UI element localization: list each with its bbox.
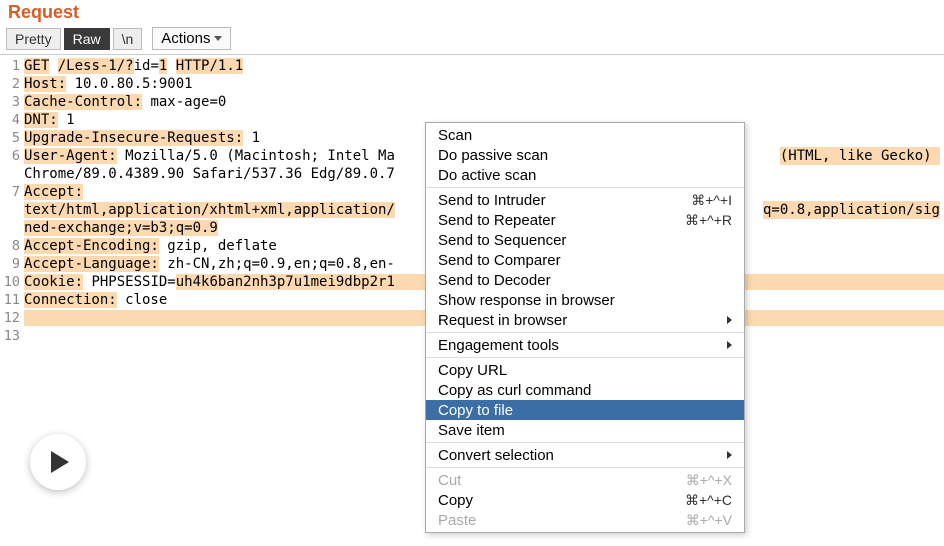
- menu-item[interactable]: Send to Sequencer: [426, 230, 744, 250]
- menu-item[interactable]: Do active scan: [426, 165, 744, 185]
- editor-line: 3Cache-Control: max-age=0: [0, 93, 944, 111]
- menu-item-label: Send to Repeater: [438, 212, 556, 229]
- line-content: Host: 10.0.80.5:9001: [24, 75, 944, 93]
- menu-item: Paste ⌘+^+V: [426, 510, 744, 530]
- play-icon: [51, 451, 69, 473]
- tab-pretty[interactable]: Pretty: [6, 28, 61, 50]
- menu-shortcut: ⌘+^+R: [685, 212, 732, 229]
- submenu-arrow-icon: [727, 341, 732, 349]
- menu-separator: [426, 187, 744, 188]
- menu-item[interactable]: Send to Comparer: [426, 250, 744, 270]
- menu-shortcut: ⌘+^+X: [686, 472, 732, 489]
- menu-item-label: Cut: [438, 472, 461, 489]
- menu-item-label: Request in browser: [438, 312, 567, 329]
- line-number: 11: [0, 291, 24, 309]
- menu-item[interactable]: Scan: [426, 125, 744, 145]
- menu-item[interactable]: Engagement tools: [426, 335, 744, 355]
- menu-item[interactable]: Send to Intruder ⌘+^+I: [426, 190, 744, 210]
- line-number: 4: [0, 111, 24, 129]
- line-content: Cache-Control: max-age=0: [24, 93, 944, 111]
- line-content: GET /Less-1/?id=1 HTTP/1.1: [24, 57, 944, 75]
- line-number: 6: [0, 147, 24, 165]
- menu-item-label: Do passive scan: [438, 147, 548, 164]
- menu-item[interactable]: Send to Decoder: [426, 270, 744, 290]
- menu-item[interactable]: Do passive scan: [426, 145, 744, 165]
- line-number: 12: [0, 309, 24, 327]
- menu-separator: [426, 357, 744, 358]
- submenu-arrow-icon: [727, 451, 732, 459]
- menu-item-label: Show response in browser: [438, 292, 615, 309]
- line-number: 9: [0, 255, 24, 273]
- line-number: 7: [0, 183, 24, 201]
- menu-item-label: Send to Sequencer: [438, 232, 566, 249]
- menu-shortcut: ⌘+^+I: [691, 192, 732, 209]
- editor-line: 2Host: 10.0.80.5:9001: [0, 75, 944, 93]
- menu-separator: [426, 442, 744, 443]
- menu-item-label: Copy: [438, 492, 473, 509]
- menu-item-label: Send to Comparer: [438, 252, 561, 269]
- menu-item-label: Engagement tools: [438, 337, 559, 354]
- line-number: 10: [0, 273, 24, 291]
- line-number: 13: [0, 327, 24, 345]
- menu-item-label: Scan: [438, 127, 472, 144]
- menu-item[interactable]: Request in browser: [426, 310, 744, 330]
- menu-item-label: Do active scan: [438, 167, 536, 184]
- menu-item-label: Copy to file: [438, 402, 513, 419]
- panel-header: Request: [0, 0, 944, 25]
- tab-newline[interactable]: \n: [113, 28, 143, 50]
- menu-item[interactable]: Copy as curl command: [426, 380, 744, 400]
- menu-item[interactable]: Copy to file: [426, 400, 744, 420]
- menu-item-label: Send to Decoder: [438, 272, 551, 289]
- toolbar: Pretty Raw \n Actions: [0, 25, 944, 55]
- actions-dropdown[interactable]: Actions: [152, 27, 231, 50]
- play-button[interactable]: [30, 434, 86, 490]
- menu-shortcut: ⌘+^+V: [686, 512, 732, 529]
- context-menu: Scan Do passive scan Do active scan Send to…: [425, 122, 745, 533]
- menu-shortcut: ⌘+^+C: [685, 492, 732, 509]
- menu-item-label: Paste: [438, 512, 476, 529]
- menu-item[interactable]: Copy URL: [426, 360, 744, 380]
- panel-title: Request: [8, 2, 79, 22]
- menu-item-label: Save item: [438, 422, 505, 439]
- menu-item-label: Convert selection: [438, 447, 554, 464]
- menu-item[interactable]: Save item: [426, 420, 744, 440]
- menu-item[interactable]: Show response in browser: [426, 290, 744, 310]
- line-number: 3: [0, 93, 24, 111]
- menu-item[interactable]: Send to Repeater ⌘+^+R: [426, 210, 744, 230]
- tab-raw[interactable]: Raw: [64, 28, 110, 50]
- menu-item[interactable]: Convert selection: [426, 445, 744, 465]
- menu-separator: [426, 332, 744, 333]
- menu-separator: [426, 467, 744, 468]
- menu-item-label: Send to Intruder: [438, 192, 546, 209]
- line-number: 2: [0, 75, 24, 93]
- line-number: 1: [0, 57, 24, 75]
- line-number: 5: [0, 129, 24, 147]
- menu-item[interactable]: Copy ⌘+^+C: [426, 490, 744, 510]
- actions-label: Actions: [161, 30, 210, 47]
- menu-item-label: Copy URL: [438, 362, 507, 379]
- submenu-arrow-icon: [727, 316, 732, 324]
- chevron-down-icon: [214, 36, 222, 41]
- menu-item: Cut ⌘+^+X: [426, 470, 744, 490]
- line-number: 8: [0, 237, 24, 255]
- menu-item-label: Copy as curl command: [438, 382, 591, 399]
- editor-line: 1GET /Less-1/?id=1 HTTP/1.1: [0, 57, 944, 75]
